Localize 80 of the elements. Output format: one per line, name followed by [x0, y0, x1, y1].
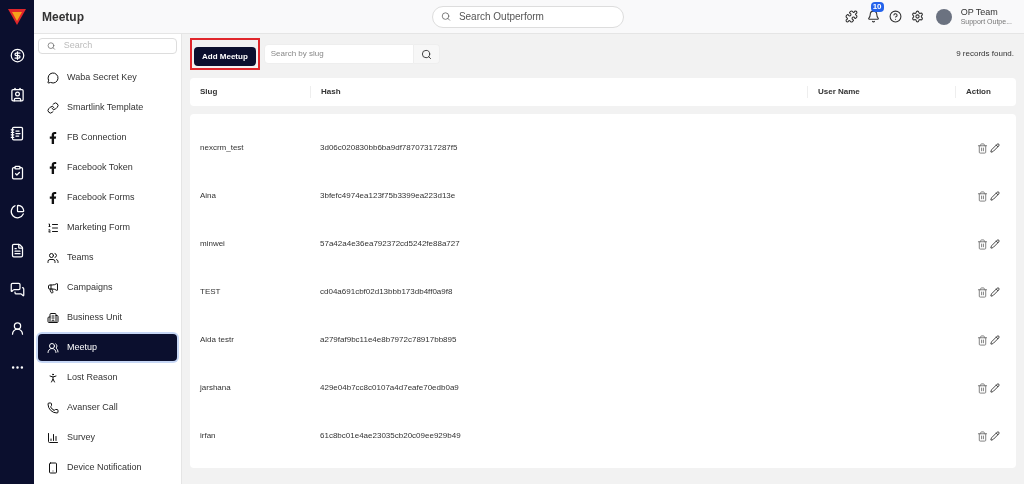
sidebar-item[interactable]: Survey: [38, 424, 177, 451]
logo-icon: [7, 8, 27, 26]
sidebar-item[interactable]: Lost Reason: [38, 364, 177, 391]
sidebar-item[interactable]: Meetup: [38, 334, 177, 361]
sidebar-item[interactable]: FB Connection: [38, 124, 177, 151]
edit-icon[interactable]: [990, 335, 1000, 345]
page-title: Meetup: [42, 8, 85, 26]
search-button[interactable]: [413, 44, 440, 64]
team-icon: [47, 251, 59, 264]
hash-cell-text: 429e04b7cc8c0107a4d7eafe70edb0a9: [319, 382, 460, 394]
phone-icon: [47, 401, 59, 414]
facebook-icon: [47, 161, 59, 174]
edit-icon[interactable]: [990, 143, 1000, 153]
slug-cell-text: minwei: [199, 238, 226, 250]
user-name: OP Team: [960, 6, 999, 17]
delete-icon[interactable]: [977, 190, 988, 202]
slug-cell-text: nexcrm_test: [199, 142, 245, 154]
group-icon: [47, 341, 59, 354]
facebook-icon: [47, 131, 59, 144]
add-meetup-button[interactable]: Add Meetup: [194, 47, 256, 67]
phone-device-icon: [47, 461, 59, 474]
person-icon: [47, 371, 59, 384]
hash-cell-text: 61c8bc01e4ae23035cb20c09ee929b49: [319, 430, 462, 442]
puzzle-icon[interactable]: [844, 10, 858, 23]
slug-cell-text: jarshana: [199, 382, 232, 394]
global-search-field[interactable]: Search Outperform: [432, 5, 624, 28]
delete-icon[interactable]: [977, 430, 988, 442]
hash-cell-text: 3bfefc4974ea123f75b3399ea223d13e: [319, 190, 457, 202]
sidebar-item[interactable]: Marketing Form: [38, 214, 177, 241]
bar-chart-icon: [47, 431, 59, 444]
sidebar-search-field[interactable]: Search: [38, 38, 177, 54]
delete-icon[interactable]: [977, 238, 988, 250]
slug-cell-text: Aida testr: [199, 334, 235, 346]
building-icon: [47, 311, 59, 324]
hash-cell-text: 57a42a4e36ea792372cd5242fe88a727: [319, 238, 461, 250]
sidebar-item[interactable]: Facebook Forms: [38, 184, 177, 211]
slug-cell-text: TEST: [199, 286, 222, 298]
search-input[interactable]: Search: [63, 39, 168, 53]
facebook-icon: [47, 191, 59, 204]
help-icon[interactable]: [888, 10, 902, 23]
link-icon: [47, 101, 59, 114]
search-input[interactable]: Search Outperform: [458, 9, 615, 24]
sidebar-item[interactable]: Facebook Token: [38, 154, 177, 181]
notification-icon[interactable]: [866, 10, 880, 23]
sidebar-item[interactable]: Business Unit: [38, 304, 177, 331]
search-icon: [47, 41, 56, 51]
sidebar-item[interactable]: Avanser Call: [38, 394, 177, 421]
column-header: Hash: [310, 86, 807, 98]
edit-icon[interactable]: [990, 383, 1000, 393]
search-icon: [420, 48, 432, 60]
edit-icon[interactable]: [990, 191, 1000, 201]
slug-cell-text: irfan: [199, 430, 217, 442]
delete-icon[interactable]: [977, 142, 988, 154]
hash-cell-text: a279faf9bc11e4e8b7972c78917bb895: [319, 334, 458, 346]
edit-icon[interactable]: [990, 431, 1000, 441]
delete-icon[interactable]: [977, 382, 988, 394]
column-header: Slug: [199, 86, 219, 98]
sidebar-item[interactable]: Waba Secret Key: [38, 64, 177, 91]
slug-search-field[interactable]: Search by slug: [263, 44, 414, 64]
hash-cell-text: cd04a691cbf02d13bbb173db4ff0a9f8: [319, 286, 454, 298]
sidebar-item[interactable]: Campaigns: [38, 274, 177, 301]
edit-icon[interactable]: [990, 239, 1000, 249]
column-header: Action: [955, 86, 1016, 98]
edit-icon[interactable]: [990, 287, 1000, 297]
slug-cell-text: Aina: [199, 190, 217, 202]
search-icon: [441, 11, 451, 22]
avatar[interactable]: [935, 8, 952, 25]
notification-badge: 10: [870, 2, 884, 12]
megaphone-icon: [47, 281, 59, 294]
column-header: User Name: [807, 86, 955, 98]
settings-icon[interactable]: [910, 10, 924, 23]
delete-icon[interactable]: [977, 334, 988, 346]
numbered-list-icon: [47, 221, 59, 234]
chat-bubble-icon: [47, 71, 59, 84]
delete-icon[interactable]: [977, 286, 988, 298]
records-count: 9 records found.: [956, 48, 1014, 60]
sidebar-item[interactable]: Smartlink Template: [38, 94, 177, 121]
hash-cell-text: 3d06c020830bb6ba9df78707317287f5: [319, 142, 459, 154]
sidebar-item[interactable]: Device Notification: [38, 454, 177, 481]
sidebar-item[interactable]: Teams: [38, 244, 177, 271]
